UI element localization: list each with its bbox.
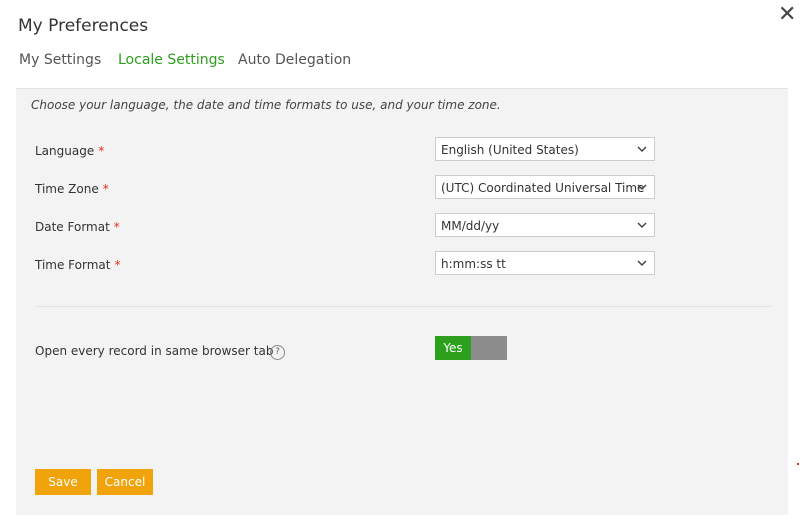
required-marker: * <box>114 258 121 272</box>
chevron-down-icon <box>637 146 647 153</box>
locale-settings-panel: Choose your language, the date and time … <box>16 88 788 515</box>
chevron-down-icon <box>637 184 647 191</box>
tab-my-settings[interactable]: My Settings <box>19 52 101 68</box>
time-format-select-value: h:mm:ss tt <box>441 257 506 271</box>
language-label-text: Language <box>35 144 95 158</box>
chevron-down-icon <box>637 260 647 267</box>
toggle-on-label: Yes <box>435 336 471 360</box>
time-format-label-text: Time Format <box>35 258 111 272</box>
language-select[interactable]: English (United States) <box>435 137 655 161</box>
tab-auto-delegation[interactable]: Auto Delegation <box>238 52 351 68</box>
red-dot-marker <box>797 463 799 465</box>
same-tab-label: Open every record in same browser tab <box>35 344 274 358</box>
help-icon[interactable]: ? <box>270 345 285 360</box>
time-zone-label-text: Time Zone <box>35 182 99 196</box>
required-marker: * <box>113 220 120 234</box>
chevron-down-icon <box>637 222 647 229</box>
language-select-value: English (United States) <box>441 143 579 157</box>
locale-description: Choose your language, the date and time … <box>31 98 501 112</box>
date-format-label-text: Date Format <box>35 220 110 234</box>
time-zone-select-value: (UTC) Coordinated Universal Time <box>441 181 645 195</box>
date-format-label: Date Format * <box>35 220 120 234</box>
required-marker: * <box>98 144 105 158</box>
save-button[interactable]: Save <box>35 469 91 495</box>
time-format-label: Time Format * <box>35 258 120 272</box>
same-tab-toggle[interactable]: Yes <box>435 336 507 360</box>
section-divider <box>35 306 771 307</box>
time-format-select[interactable]: h:mm:ss tt <box>435 251 655 275</box>
dialog-title: My Preferences <box>18 16 149 36</box>
date-format-select[interactable]: MM/dd/yy <box>435 213 655 237</box>
required-marker: * <box>102 182 109 196</box>
close-icon[interactable]: ✕ <box>778 4 796 26</box>
time-zone-label: Time Zone * <box>35 182 109 196</box>
tab-locale-settings[interactable]: Locale Settings <box>118 52 225 68</box>
time-zone-select[interactable]: (UTC) Coordinated Universal Time <box>435 175 655 199</box>
date-format-select-value: MM/dd/yy <box>441 219 500 233</box>
language-label: Language * <box>35 144 104 158</box>
toggle-off-segment <box>471 336 507 360</box>
cancel-button[interactable]: Cancel <box>97 469 153 495</box>
